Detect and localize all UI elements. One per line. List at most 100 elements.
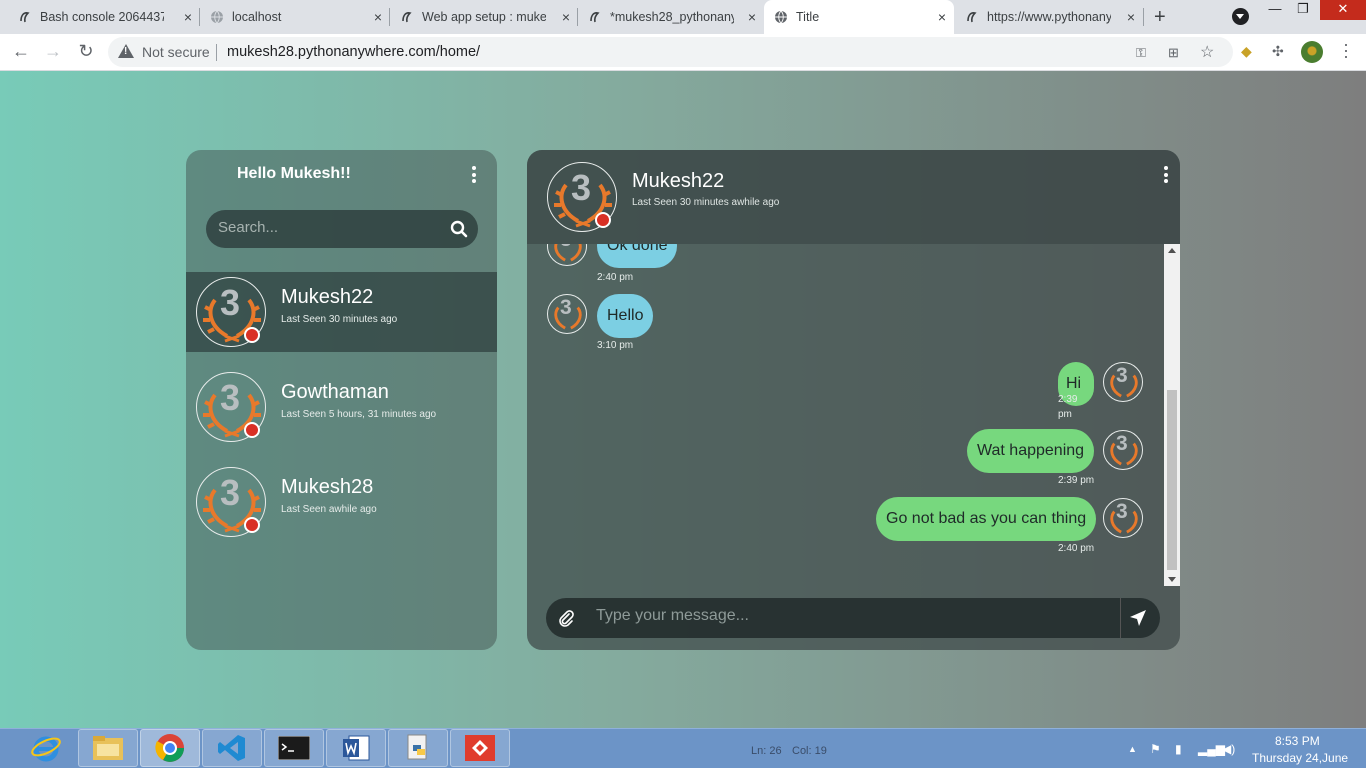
- key-icon[interactable]: ⚿: [1136, 45, 1146, 61]
- url-text[interactable]: mukesh28.pythonanywhere.com/home/: [227, 44, 480, 60]
- contacts-sidebar: Hello Mukesh!! 3 Mukesh22 Las: [186, 150, 497, 650]
- send-icon[interactable]: [1128, 608, 1148, 628]
- search-icon[interactable]: [450, 220, 468, 238]
- tab-strip: Bash console 20644378 × localhost × Web …: [0, 0, 1366, 34]
- tab-title-active[interactable]: Title ×: [764, 0, 954, 34]
- tab-close-icon[interactable]: ×: [748, 9, 756, 25]
- message-input[interactable]: [596, 598, 1121, 638]
- offline-status-dot: [595, 212, 611, 228]
- avatar-number: 3: [560, 296, 572, 319]
- avatar-number: 3: [220, 472, 241, 513]
- contact-last-seen: Last Seen 30 minutes ago: [281, 314, 398, 325]
- tab-editor[interactable]: *mukesh28_pythonany ×: [578, 0, 764, 34]
- word-icon[interactable]: [326, 729, 386, 767]
- clock-time[interactable]: 8:53 PM: [1275, 734, 1320, 748]
- omnibox-divider: [216, 44, 217, 61]
- search-input[interactable]: [218, 219, 438, 236]
- action-center-icon[interactable]: ⚑: [1150, 742, 1161, 756]
- sidebar-menu-icon[interactable]: [472, 166, 476, 186]
- restore-button[interactable]: ❐: [1290, 0, 1316, 20]
- clock-date[interactable]: Thursday 24,June: [1252, 751, 1348, 765]
- offline-status-dot: [244, 517, 260, 533]
- scrollbar-thumb[interactable]: [1167, 390, 1177, 570]
- message-list[interactable]: 3 Ok done 2:40 pm 3 Hello 3:10 pm Hi 2:3…: [527, 244, 1180, 586]
- tab-close-icon[interactable]: ×: [938, 9, 946, 25]
- address-bar[interactable]: Not secure mukesh28.pythonanywhere.com/h…: [108, 37, 1233, 67]
- message-avatar: 3: [1103, 498, 1143, 538]
- security-label: Not secure: [142, 44, 210, 60]
- tab-close-icon[interactable]: ×: [562, 9, 570, 25]
- reload-icon[interactable]: ↻: [75, 41, 97, 62]
- battery-icon[interactable]: ▮: [1175, 742, 1182, 756]
- git-icon[interactable]: [450, 729, 510, 767]
- tab-localhost[interactable]: localhost ×: [200, 0, 390, 34]
- message-time: 2:39 pm: [1058, 394, 1078, 420]
- contact-name: Mukesh28: [281, 476, 374, 498]
- tab-close-icon[interactable]: ×: [374, 9, 382, 25]
- python-icon[interactable]: [388, 729, 448, 767]
- chat-menu-icon[interactable]: [1164, 166, 1168, 186]
- tray-expand-icon[interactable]: ▲: [1128, 744, 1137, 754]
- tab-title: https://www.pythonany: [987, 10, 1111, 24]
- volume-icon[interactable]: ◀): [1222, 742, 1235, 756]
- file-explorer-icon[interactable]: [78, 729, 138, 767]
- tab-divider: [1143, 8, 1144, 26]
- browser-menu-icon[interactable]: · · ·: [1343, 35, 1351, 65]
- scroll-up-arrow-icon[interactable]: [1168, 248, 1176, 253]
- message-scrollbar[interactable]: [1164, 244, 1180, 586]
- greeting-title: Hello Mukesh!!: [237, 165, 351, 182]
- avatar-number: 3: [1116, 432, 1128, 455]
- globe-icon: [211, 10, 223, 24]
- cmd-icon[interactable]: [264, 729, 324, 767]
- internet-explorer-icon[interactable]: [16, 729, 76, 767]
- tab-bash-console[interactable]: Bash console 20644378 ×: [8, 0, 200, 34]
- message-time: 2:40 pm: [1058, 543, 1095, 554]
- new-tab-button[interactable]: +: [1154, 6, 1166, 29]
- bookmark-star-icon[interactable]: ☆: [1200, 42, 1214, 62]
- contact-name: Mukesh22: [281, 286, 374, 308]
- globe-icon: [775, 10, 787, 24]
- message-time: 3:10 pm: [597, 340, 634, 351]
- chat-panel: 3 Mukesh22 Last Seen 30 minutes awhile a…: [527, 150, 1180, 650]
- tab-title: Title: [796, 10, 820, 24]
- scroll-down-arrow-icon[interactable]: [1168, 577, 1176, 582]
- contact-last-seen: Last Seen 5 hours, 31 minutes ago: [281, 409, 437, 420]
- search-box: [206, 210, 478, 248]
- tab-title: Web app setup : mukesh: [422, 10, 546, 24]
- chat-contact-name: Mukesh22: [632, 170, 725, 192]
- profile-avatar[interactable]: [1301, 41, 1323, 63]
- paperclip-icon[interactable]: [557, 609, 575, 627]
- message-bubble-in: Ok done: [597, 244, 678, 268]
- avatar-number: 3: [1116, 364, 1128, 387]
- tab-webapp-setup[interactable]: Web app setup : mukesh ×: [390, 0, 578, 34]
- message-bubble-in: Hello: [597, 294, 654, 338]
- vscode-icon[interactable]: [202, 729, 262, 767]
- tab-pythonanywhere[interactable]: https://www.pythonany ×: [955, 0, 1143, 34]
- contact-item-mukesh22[interactable]: 3 Mukesh22 Last Seen 30 minutes ago: [186, 272, 497, 352]
- avatar-number: 3: [220, 282, 241, 323]
- windows-taskbar: Ln: 26 Col: 19 ▲ ⚑ ▮ ▂▄▆ ◀) 8:53 PM Thur…: [0, 728, 1366, 768]
- chrome-icon[interactable]: [140, 729, 200, 767]
- network-signal-icon[interactable]: ▂▄▆: [1198, 742, 1225, 756]
- message-time: 2:39 pm: [1058, 475, 1095, 486]
- message-avatar: 3: [547, 294, 587, 334]
- contact-item-gowthaman[interactable]: 3 Gowthaman Last Seen 5 hours, 31 minute…: [186, 367, 497, 447]
- avatar: 3: [196, 277, 266, 347]
- contact-last-seen: Last Seen awhile ago: [281, 504, 377, 515]
- contact-item-mukesh28[interactable]: 3 Mukesh28 Last Seen awhile ago: [186, 462, 497, 542]
- tab-title: localhost: [232, 10, 282, 24]
- minimize-button[interactable]: —: [1262, 0, 1288, 20]
- puzzle-icon[interactable]: ✣: [1272, 43, 1284, 60]
- extension-gem-icon[interactable]: ◆: [1241, 43, 1252, 60]
- tab-search-icon[interactable]: [1232, 8, 1249, 25]
- window-close-button[interactable]: ✕: [1320, 0, 1366, 20]
- tab-close-icon[interactable]: ×: [184, 9, 192, 25]
- back-arrow-icon[interactable]: ←: [10, 41, 32, 62]
- browser-toolbar: ← → ↻ Not secure mukesh28.pythonanywhere…: [0, 34, 1366, 71]
- message-time: 2:40 pm: [597, 272, 634, 283]
- chat-header: 3 Mukesh22 Last Seen 30 minutes awhile a…: [527, 150, 1180, 244]
- forward-arrow-icon[interactable]: →: [42, 41, 64, 62]
- translate-icon[interactable]: ⊞: [1168, 45, 1179, 61]
- tab-close-icon[interactable]: ×: [1127, 9, 1135, 25]
- message-avatar: 3: [1103, 430, 1143, 470]
